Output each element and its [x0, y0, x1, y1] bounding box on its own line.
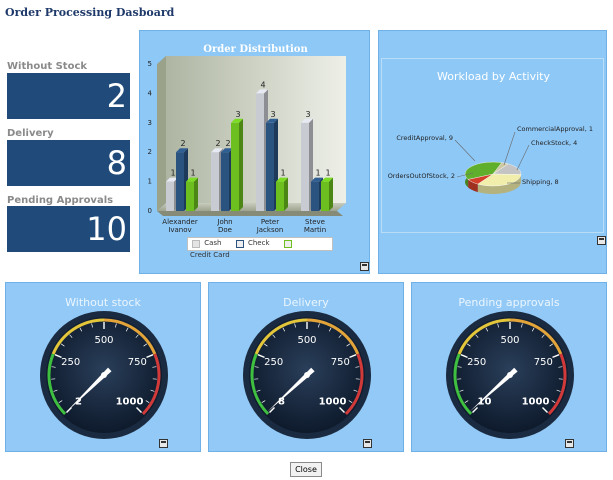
kpi-value-pending-approvals: 10	[7, 206, 130, 252]
bar-side	[239, 118, 243, 211]
bar	[256, 93, 264, 211]
legend-swatch-credit-card	[283, 239, 292, 248]
gauge-tick-label: 250	[264, 357, 283, 368]
x-tick-label: Steve	[305, 218, 325, 226]
x-tick-label: Jackson	[256, 226, 284, 234]
kpi-value-delivery: 8	[7, 140, 130, 186]
gauge-tick-label: 250	[61, 357, 80, 368]
bar-value-label: 1	[325, 169, 330, 178]
pie-slice-label: CreditApproval, 9	[396, 134, 453, 142]
gauge-panel-pending-approvals: Pending approvals 250 500 750 1000 10	[411, 282, 607, 452]
save-icon[interactable]	[597, 236, 606, 245]
bar	[176, 152, 184, 211]
gauge-tick-label: 500	[500, 335, 519, 346]
pie-slice-label: Shipping, 8	[522, 178, 559, 186]
gauge-tick-label: 750	[331, 357, 350, 368]
y-tick-label: 1	[148, 178, 152, 186]
x-tick-label: Ivanov	[168, 226, 191, 234]
chart-base	[157, 211, 343, 216]
bar-value-label: 2	[215, 139, 220, 148]
bar-value-label: 3	[235, 110, 240, 119]
save-icon[interactable]	[565, 439, 574, 448]
gauge-pending-approvals: 250 500 750 1000 10	[446, 311, 574, 439]
y-tick-label: 0	[148, 207, 152, 215]
bar-value-label: 1	[280, 169, 285, 178]
gauge-without-stock: 250 500 750 1000 2	[40, 311, 168, 439]
bar	[166, 181, 174, 211]
x-tick-label: Doe	[218, 226, 232, 234]
gauge-tick-label: 1000	[116, 397, 144, 408]
close-button[interactable]: Close	[290, 462, 322, 477]
gauge-panel-delivery: Delivery 250 500 750 1000 8	[208, 282, 404, 452]
gauge-delivery: 250 500 750 1000 8	[243, 311, 371, 439]
bar-side	[284, 177, 288, 211]
workload-pie-chart: CommercialApproval, 1 CheckStock, 4 Shippi…	[388, 125, 593, 194]
bar-value-label: 3	[270, 110, 275, 119]
y-tick-label: 3	[148, 119, 152, 127]
legend-swatch-cash	[192, 239, 200, 248]
gauge-tick-label: 250	[467, 357, 486, 368]
order-distribution-legend: Cash Check Credit Card	[187, 237, 333, 259]
gauge-tick-label: 750	[534, 357, 553, 368]
pie-leader-line	[454, 139, 476, 162]
kpi-label-without-stock: Without Stock	[7, 61, 88, 72]
bar	[231, 122, 239, 211]
pie-slice-label: OrdersOutOfStock, 2	[388, 172, 455, 180]
bar-value-label: 4	[260, 80, 265, 89]
legend-label-check: Check	[247, 239, 270, 247]
legend-label-credit-card: Credit Card	[190, 250, 230, 259]
bar-value-label: 2	[180, 139, 185, 148]
x-tick-label: Martin	[304, 226, 326, 234]
pie-slice-label: CommercialApproval, 1	[517, 125, 593, 133]
workload-panel: Workload by Activity CommercialApproval,…	[378, 30, 607, 274]
kpi-value-without-stock: 2	[7, 73, 130, 119]
gauge-needle-hub	[507, 372, 513, 378]
gauge-panel-without-stock: Without stock 250 500 750 1000 2	[5, 282, 201, 452]
bar	[321, 181, 329, 211]
order-distribution-panel: Order Distribution 0 1 2 3 4 5 1 2 1 Alexander Iva…	[139, 30, 370, 274]
y-tick-label: 4	[148, 89, 153, 97]
save-icon[interactable]	[360, 262, 369, 271]
gauge-tick-label: 1000	[319, 397, 347, 408]
pie-slice-label: CheckStock, 4	[531, 139, 577, 147]
gauge-value-label: 2	[75, 397, 82, 408]
bar-side	[194, 177, 198, 211]
kpi-label-pending-approvals: Pending Approvals	[7, 195, 114, 206]
y-tick-label: 2	[148, 148, 152, 156]
y-tick-label: 5	[148, 60, 152, 68]
legend-swatch-check	[235, 239, 244, 248]
bar	[211, 152, 219, 211]
bar-value-label: 1	[170, 169, 175, 178]
kpi-label-delivery: Delivery	[7, 128, 54, 139]
bar-value-label: 1	[190, 169, 195, 178]
bar-side	[329, 177, 333, 211]
bar	[276, 181, 284, 211]
gauge-value-label: 10	[478, 397, 492, 408]
gauge-value-label: 8	[278, 397, 285, 408]
gauge-tick-label: 500	[297, 335, 316, 346]
save-icon[interactable]	[159, 439, 168, 448]
bar	[301, 122, 309, 211]
bar-value-label: 2	[225, 139, 230, 148]
page-title: Order Processing Dasboard	[5, 6, 175, 19]
bar	[221, 152, 229, 211]
gauge-needle-hub	[304, 372, 310, 378]
bar	[311, 181, 319, 211]
save-icon[interactable]	[363, 439, 372, 448]
gauge-tick-label: 1000	[522, 397, 550, 408]
bar	[266, 122, 274, 211]
x-tick-label: John	[216, 218, 232, 226]
gauge-needle-hub	[101, 372, 107, 378]
pie-leader-line	[516, 144, 530, 171]
bar-value-label: 3	[305, 110, 310, 119]
x-tick-label: Alexander	[162, 218, 198, 226]
x-tick-label: Peter	[261, 218, 279, 226]
legend-label-cash: Cash	[204, 239, 222, 247]
bar	[186, 181, 194, 211]
bar-value-label: 1	[315, 169, 320, 178]
pie-leader-line	[503, 131, 516, 166]
chart-side-wall	[157, 56, 166, 211]
gauge-tick-label: 750	[128, 357, 147, 368]
gauge-tick-label: 500	[94, 335, 113, 346]
